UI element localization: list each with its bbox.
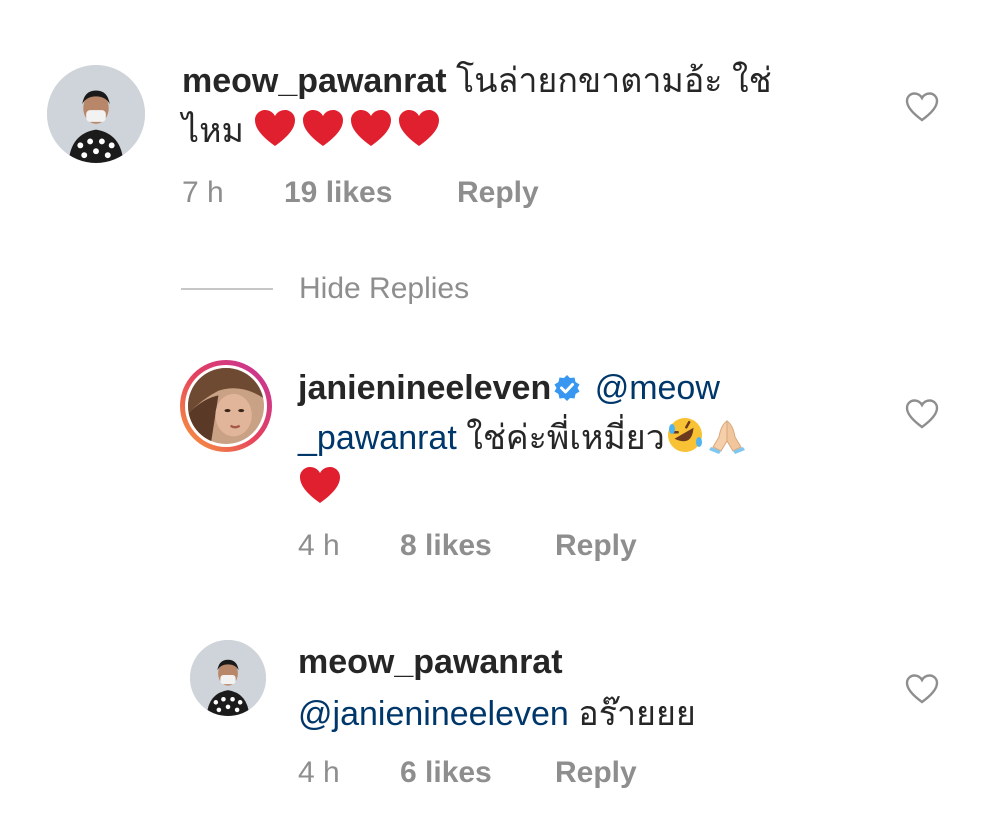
reply-meta: 4 h 8 likes Reply [298,529,637,563]
comment-username[interactable]: meow_pawanrat [182,62,447,100]
heart-emoji-group [244,110,445,150]
reply-likes[interactable]: 8 likes [400,529,555,563]
reply-meta: 4 h 6 likes Reply [298,756,637,790]
reply-body: อร๊ายยย [578,695,696,733]
mention-link[interactable]: @meow [595,369,720,407]
divider-line [181,288,273,290]
mention-link[interactable]: @janienineeleven [298,695,569,733]
comment-body-line1: โนล่ายกขาตามอ้ะ ใช่ [455,62,772,100]
comment-meta: 7 h 19 likes Reply [182,176,539,210]
hide-replies-toggle[interactable]: Hide Replies [181,272,469,306]
avatar-image [47,65,145,163]
comment-likes[interactable]: 19 likes [284,176,457,210]
comment-time: 7 h [182,176,224,209]
reply-text-line1: meow_pawanrat [298,637,858,687]
reply-button[interactable]: Reply [555,529,637,563]
hide-replies-label[interactable]: Hide Replies [299,272,469,306]
reply-time: 4 h [298,529,340,562]
red-heart-emoji [255,110,296,146]
heart-outline-icon[interactable] [905,398,939,430]
reply-time: 4 h [298,756,340,789]
reply-text-line2: _pawanrat ใช่ค่ะพี่เหมี่ยว [298,413,858,463]
reply-username[interactable]: meow_pawanrat [298,643,563,681]
red-heart-emoji [303,110,344,146]
avatar[interactable] [47,65,145,163]
reply-username[interactable]: janienineeleven [298,369,551,407]
reply-text-line1: janienineeleven @meow [298,363,858,413]
comments-thread: meow_pawanrat โนล่ายกขาตามอ้ะ ใช่ ไหม 7 … [0,0,1000,835]
avatar-image [188,368,264,444]
heart-outline-icon[interactable] [905,91,939,123]
reply-body: ใช่ค่ะพี่เหมี่ยว [466,419,665,457]
comment-body-line2: ไหม [182,112,244,150]
red-heart-emoji [351,110,392,146]
red-heart-emoji [300,467,340,503]
reply-likes[interactable]: 6 likes [400,756,555,790]
avatar-image [190,640,266,716]
reply-button[interactable]: Reply [555,756,637,790]
avatar-story-ring [185,365,267,447]
comment-text: meow_pawanrat โนล่ายกขาตามอ้ะ ใช่ [182,56,862,106]
avatar[interactable] [190,640,266,716]
reply-text-line3 [298,463,858,513]
verified-badge-icon [554,375,580,401]
avatar[interactable] [180,360,272,452]
mention-link-continued[interactable]: _pawanrat [298,419,457,457]
folded-hands-emoji [708,420,745,454]
comment-text-line2: ไหม [182,106,862,156]
red-heart-emoji [399,110,440,146]
reply-button[interactable]: Reply [457,176,539,210]
heart-outline-icon[interactable] [905,673,939,705]
reply-text-line2: @janienineeleven อร๊ายยย [298,689,858,739]
rolling-laughing-emoji [667,418,702,452]
